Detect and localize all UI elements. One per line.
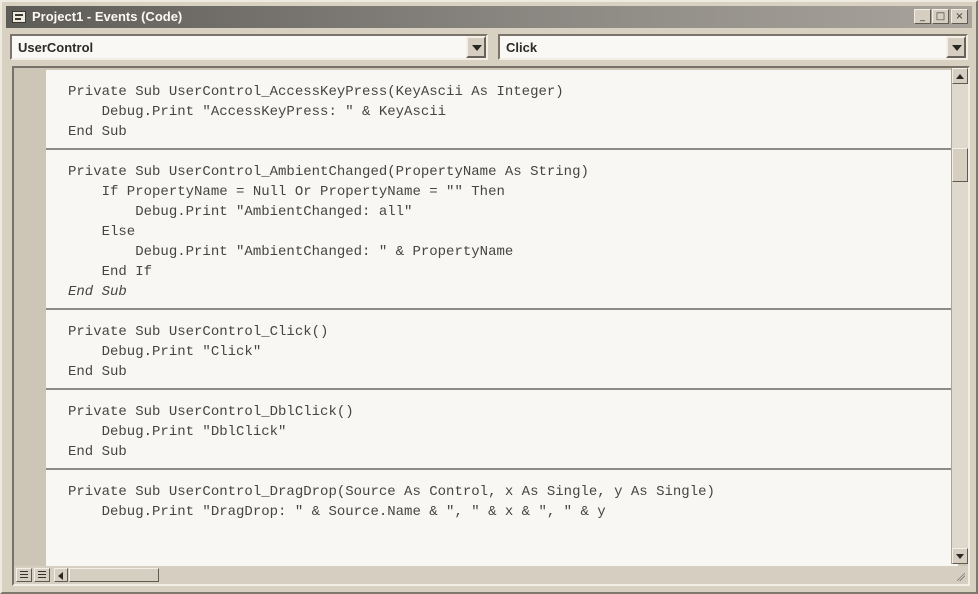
code-line: Private Sub UserControl_Click() [68,324,329,340]
procedure-view-button[interactable] [16,568,32,582]
code-line: End Sub [68,444,127,460]
title-bar[interactable]: Project1 - Events (Code) _ □ × [6,6,972,28]
full-module-view-button[interactable] [34,568,50,582]
horizontal-scrollbar[interactable] [14,566,968,584]
code-window-icon [12,11,26,23]
procedure-block: Private Sub UserControl_Click() Debug.Pr… [46,310,958,390]
code-area[interactable]: Private Sub UserControl_AccessKeyPress(K… [46,70,958,566]
vertical-scroll-thumb[interactable] [952,148,968,182]
code-line: If PropertyName = Null Or PropertyName =… [68,184,505,200]
code-line: Debug.Print "AmbientChanged: all" [68,204,413,220]
code-editor[interactable]: Private Sub UserControl_AccessKeyPress(K… [12,66,970,586]
scroll-down-button[interactable] [952,548,968,564]
vertical-scrollbar[interactable] [951,68,968,564]
code-line: Debug.Print "Click" [68,344,262,360]
procedure-combo-dropdown-button[interactable] [946,36,966,58]
code-line: End Sub [68,124,127,140]
procedure-block: Private Sub UserControl_AmbientChanged(P… [46,150,958,310]
scroll-up-button[interactable] [952,68,968,84]
window-title: Project1 - Events (Code) [32,9,183,24]
code-line: Debug.Print "AmbientChanged: " & Propert… [68,244,514,260]
scroll-left-button[interactable] [54,568,68,582]
code-line: End Sub [68,364,127,380]
code-line: Private Sub UserControl_DblClick() [68,404,354,420]
minimize-button[interactable]: _ [914,9,931,24]
horizontal-scroll-thumb[interactable] [69,568,159,582]
procedure-block: Private Sub UserControl_DragDrop(Source … [46,470,958,522]
code-line: End Sub [68,284,127,300]
code-line: Private Sub UserControl_AmbientChanged(P… [68,164,589,180]
code-line: Debug.Print "DragDrop: " & Source.Name &… [68,504,606,520]
code-line: End If [68,264,153,280]
close-button[interactable]: × [951,9,968,24]
code-window: Project1 - Events (Code) _ □ × UserContr… [0,0,978,594]
object-combo-value: UserControl [18,40,94,55]
object-combo[interactable]: UserControl [10,34,488,60]
code-line: Private Sub UserControl_DragDrop(Source … [68,484,715,500]
code-line: Debug.Print "AccessKeyPress: " & KeyAsci… [68,104,447,120]
resize-grip[interactable] [952,566,968,584]
maximize-button[interactable]: □ [932,9,949,24]
procedure-block: Private Sub UserControl_DblClick() Debug… [46,390,958,470]
procedure-block: Private Sub UserControl_AccessKeyPress(K… [46,70,958,150]
code-line: Debug.Print "DblClick" [68,424,287,440]
object-combo-dropdown-button[interactable] [466,36,486,58]
procedure-combo[interactable]: Click [498,34,968,60]
code-line: Private Sub UserControl_AccessKeyPress(K… [68,84,564,100]
code-line: Else [68,224,136,240]
procedure-combo-value: Click [506,40,538,55]
